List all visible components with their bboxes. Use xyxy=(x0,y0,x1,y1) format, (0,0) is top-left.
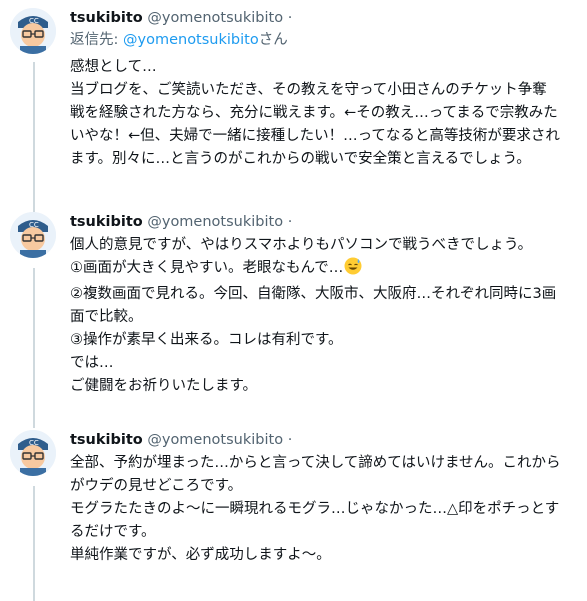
author-name[interactable]: tsukibito xyxy=(70,10,143,26)
reply-target-link[interactable]: @yomenotsukibito xyxy=(123,32,259,48)
tweet-text-line: ます。別々に…と言うのがこれからの戦いで安全策と言えるでしょう。 xyxy=(70,151,531,167)
reply-to-line: 返信先: @yomenotsukibitoさん xyxy=(70,30,579,50)
grinning-sweat-emoji-icon xyxy=(344,257,362,283)
reply-suffix: さん xyxy=(258,32,288,48)
separator-dot: · xyxy=(287,432,293,448)
tweet-text: 全部、予約が埋まった…からと言って決して諦めてはいけません。これから がウデの見… xyxy=(70,452,579,567)
separator-dot: · xyxy=(287,214,293,230)
tweet-text: 個人的意見ですが、やはりスマホよりもパソコンで戦うべきでしょう。 ①画面が大きく… xyxy=(70,234,579,398)
tweet-text-line: いやな！←但、夫婦で一緒に接種したい！…ってなると高等技術が要求され xyxy=(70,128,560,144)
tweet-text-line: では… xyxy=(70,355,114,371)
author-name[interactable]: tsukibito xyxy=(70,432,143,448)
author-name[interactable]: tsukibito xyxy=(70,214,143,230)
tweet-text-line: 個人的意見ですが、やはりスマホよりもパソコンで戦うべきでしょう。 xyxy=(70,237,533,253)
tweet-text-line: 面で比較。 xyxy=(70,309,143,325)
reply-prefix: 返信先: xyxy=(70,32,123,48)
avatar[interactable]: CC xyxy=(10,430,56,476)
author-handle[interactable]: @yomenotsukibito xyxy=(147,214,283,230)
avatar-image-icon: CC xyxy=(10,430,56,476)
thread-connector-line xyxy=(33,62,35,212)
tweet-text-line: ご健闘をお祈りいたします。 xyxy=(70,378,258,394)
tweet-header: tsukibito @yomenotsukibito · xyxy=(70,212,579,232)
author-handle[interactable]: @yomenotsukibito xyxy=(147,432,283,448)
tweet-text-line: 単純作業ですが、必ず成功しますよ〜。 xyxy=(70,547,331,563)
avatar-image-icon: CC xyxy=(10,8,56,54)
author-handle[interactable]: @yomenotsukibito xyxy=(147,10,283,26)
tweet-text-line: ②複数画面で見れる。今回、自衛隊、大阪市、大阪府…それぞれ同時に3画 xyxy=(70,286,557,302)
separator-dot: · xyxy=(287,10,293,26)
tweet-text-line: 感想として… xyxy=(70,59,157,75)
avatar[interactable]: CC xyxy=(10,8,56,54)
thread-connector-line xyxy=(33,268,35,428)
tweet-text-line: ①画面が大きく見やすい。老眼なもんで… xyxy=(70,257,579,283)
avatar-image-icon: CC xyxy=(10,212,56,258)
tweet-text-line: がウデの見せどころです。 xyxy=(70,478,243,494)
tweet-text: 感想として… 当ブログを、ご笑読いただき、その教えを守って小田さんのチケット争奪… xyxy=(70,56,579,171)
tweet-text-line: 全部、予約が埋まった…からと言って決して諦めてはいけません。これから xyxy=(70,455,561,471)
tweet-text-line: 戦を経験された方なら、充分に戦えます。←その教え…ってまるで宗教みた xyxy=(70,105,558,121)
tweet-text-line: 当ブログを、ご笑読いただき、その教えを守って小田さんのチケット争奪 xyxy=(70,82,547,98)
tweet-text-line: るだけです。 xyxy=(70,524,156,540)
tweet-header: tsukibito @yomenotsukibito · xyxy=(70,8,579,28)
tweet-header: tsukibito @yomenotsukibito · xyxy=(70,430,579,450)
tweet-text-segment: ①画面が大きく見やすい。老眼なもんで… xyxy=(70,260,344,276)
tweet-text-line: ③操作が素早く出来る。コレは有利です。 xyxy=(70,332,343,348)
avatar[interactable]: CC xyxy=(10,212,56,258)
tweet-text-line: モグラたたきのよ〜に一瞬現れるモグラ…じゃなかった…△印をポチっとす xyxy=(70,501,560,517)
thread-connector-line xyxy=(33,486,35,601)
